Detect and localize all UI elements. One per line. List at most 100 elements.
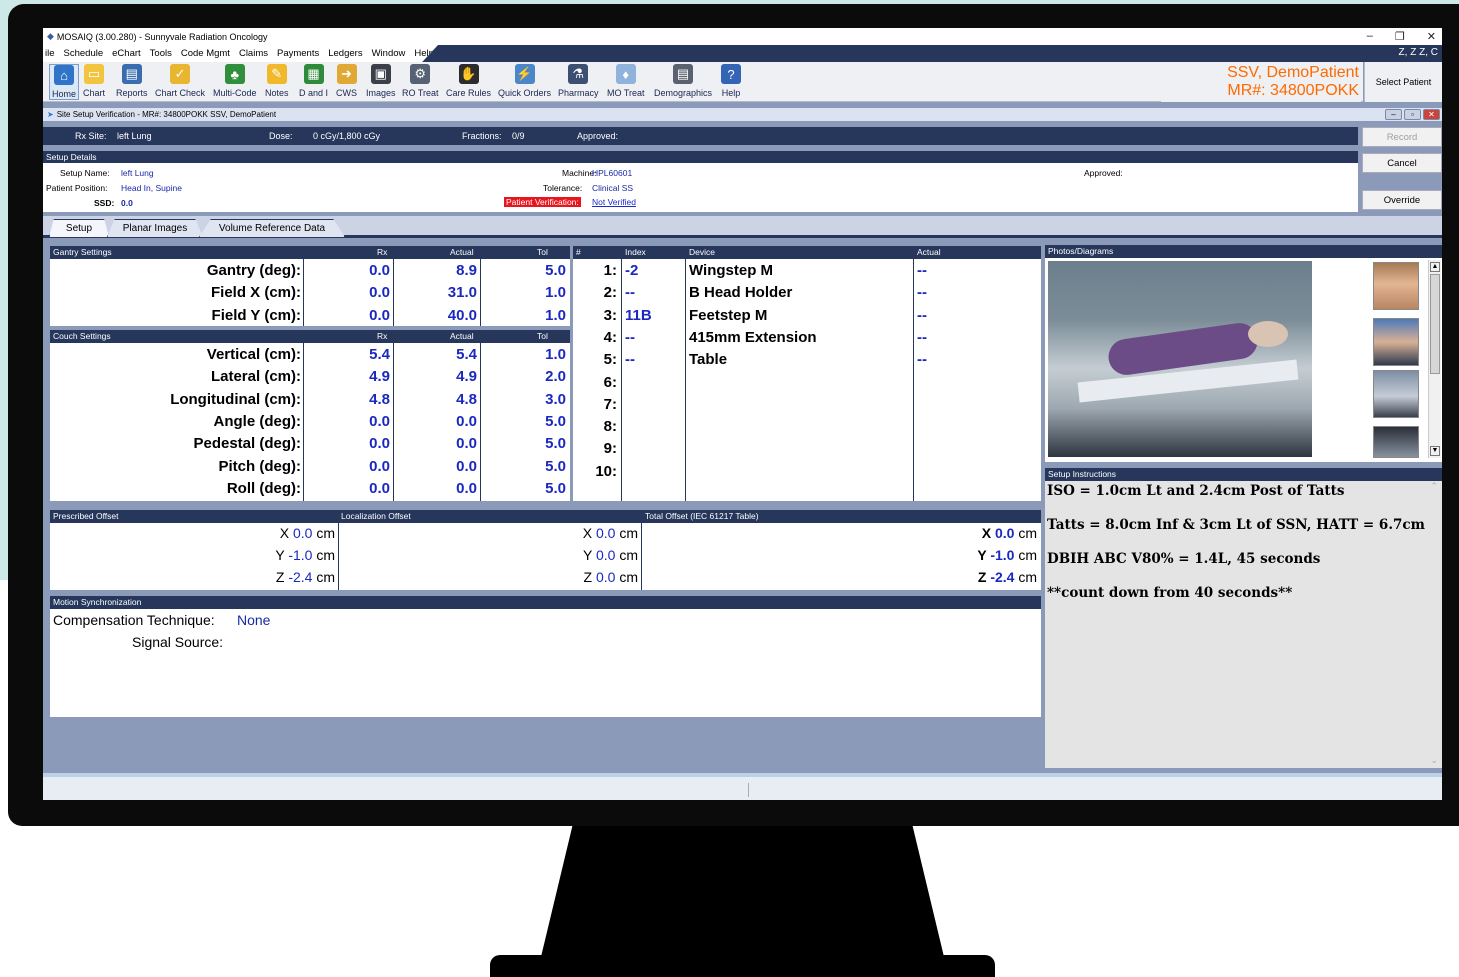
- toolbar-care-rules[interactable]: ✋ Care Rules: [446, 64, 491, 98]
- couch-row-rx: 4.9: [369, 368, 390, 386]
- total-unit: cm: [1014, 547, 1037, 563]
- tab-volume-reference-data[interactable]: Volume Reference Data: [199, 219, 345, 237]
- gantry-col-rx: Rx: [377, 247, 388, 257]
- compensation-label: Compensation Technique:: [53, 612, 215, 628]
- cancel-button[interactable]: Cancel: [1362, 153, 1442, 173]
- couch-row-label: Pedestal (deg):: [193, 435, 301, 453]
- device-row-num: 1:: [603, 262, 617, 279]
- device-row-num: 7:: [603, 395, 617, 413]
- patient-setup-photo[interactable]: [1048, 261, 1312, 457]
- total-axis: X: [981, 525, 995, 541]
- machine-value: HPL60601: [592, 168, 633, 178]
- menu-code-mgmt[interactable]: Code Mgmt: [181, 48, 230, 59]
- restore-icon[interactable]: ❐: [1395, 30, 1405, 43]
- couch-row-actual: 4.8: [456, 390, 477, 408]
- couch-row-actual: 0.0: [456, 479, 477, 497]
- device-row-actual: --: [917, 262, 927, 279]
- patient-verification-label: Patient Verification:: [504, 197, 581, 207]
- setup-details-header: Setup Details: [43, 151, 1358, 163]
- device-row-name: Wingstep M: [689, 262, 774, 279]
- menu-ledgers[interactable]: Ledgers: [328, 48, 362, 59]
- images-icon: ▣: [370, 64, 391, 84]
- menu-tools[interactable]: Tools: [150, 48, 172, 59]
- gantry-row-tol: 1.0: [545, 284, 566, 302]
- toolbar-d-and-i-label: D and I: [299, 88, 329, 98]
- toolbar-help[interactable]: ? Help: [721, 64, 741, 98]
- toolbar-home[interactable]: ⌂ Home: [49, 64, 80, 100]
- window-minimize-icon[interactable]: –: [1385, 109, 1402, 120]
- device-row-index: --: [625, 328, 635, 346]
- prescribed-value: -1.0: [288, 547, 313, 563]
- toolbar-mo-treat[interactable]: ♦ MO Treat: [607, 64, 645, 98]
- instructions-scroll-up-icon[interactable]: ⌃: [1430, 481, 1438, 492]
- setup-instructions-title: Setup Instructions: [1048, 469, 1117, 479]
- patient-mrn: MR#: 34800POKK: [1227, 82, 1359, 99]
- total-value: -2.4: [990, 569, 1015, 585]
- localization-axis: Y: [582, 547, 596, 563]
- toolbar-notes[interactable]: ✎ Notes: [265, 64, 289, 98]
- prescribed-value: 0.0: [292, 525, 313, 541]
- toolbar-demographics-label: Demographics: [654, 88, 713, 98]
- localization-axis: X: [582, 525, 596, 541]
- photo-thumbnail-2[interactable]: [1373, 318, 1419, 366]
- toolbar-demographics[interactable]: ▤ Demographics: [654, 64, 712, 98]
- record-button[interactable]: Record: [1362, 127, 1442, 147]
- toolbar-reports[interactable]: ▤ Reports: [116, 64, 148, 98]
- scroll-down-icon[interactable]: ▼: [1430, 446, 1440, 456]
- toolbar-quick-orders[interactable]: ⚡ Quick Orders: [498, 64, 551, 98]
- toolbar-multi-code[interactable]: ♣ Multi-Code: [213, 64, 257, 98]
- toolbar-pharmacy[interactable]: ⚗ Pharmacy: [558, 64, 599, 98]
- menu-window[interactable]: Window: [372, 48, 406, 59]
- override-button[interactable]: Override: [1362, 190, 1442, 210]
- tab-setup[interactable]: Setup: [49, 219, 109, 237]
- menu-echart[interactable]: eChart: [112, 48, 141, 59]
- toolbar-images[interactable]: ▣ Images: [366, 64, 396, 98]
- menu-file[interactable]: ile: [45, 48, 55, 59]
- close-icon[interactable]: ✕: [1427, 30, 1436, 43]
- minimize-icon[interactable]: –: [1367, 30, 1373, 43]
- toolbar-home-label: Home: [52, 89, 77, 99]
- toolbar-chart[interactable]: ▭ Chart: [83, 64, 105, 98]
- setup-instructions-text[interactable]: ISO = 1.0cm Lt and 2.4cm Post of Tatts T…: [1045, 481, 1442, 768]
- couch-row-tol: 5.0: [545, 479, 566, 497]
- menu-bar: ile Schedule eChart Tools Code Mgmt Clai…: [43, 45, 1442, 62]
- couch-row-tol: 5.0: [545, 412, 566, 430]
- select-patient-button[interactable]: Select Patient: [1364, 62, 1442, 102]
- notes-icon: ✎: [266, 64, 287, 84]
- user-label: Z, Z Z, C: [1398, 47, 1438, 58]
- folder-icon: ▭: [84, 64, 104, 84]
- menu-schedule[interactable]: Schedule: [64, 48, 104, 59]
- couch-row-actual: 0.0: [456, 435, 477, 453]
- menu-payments[interactable]: Payments: [277, 48, 319, 59]
- devices-col-device: Device: [689, 247, 715, 257]
- scroll-up-icon[interactable]: ▲: [1430, 262, 1440, 272]
- window-close-icon[interactable]: ✕: [1423, 109, 1440, 120]
- menu-claims[interactable]: Claims: [239, 48, 268, 59]
- toolbar-ro-treat-label: RO Treat: [402, 88, 439, 98]
- d-and-i-icon: ▦: [303, 64, 324, 84]
- toolbar-chart-check-label: Chart Check: [155, 88, 206, 98]
- photo-thumbnail-4[interactable]: [1373, 426, 1419, 458]
- menu-help[interactable]: Help: [414, 48, 434, 59]
- rx-summary-bar: Rx Site: left Lung Dose: 0 cGy/1,800 cGy…: [43, 127, 1358, 145]
- photo-thumbnail-3[interactable]: [1373, 370, 1419, 418]
- photo-thumbnail-1[interactable]: [1373, 262, 1419, 310]
- gantry-row-label: Field Y (cm):: [211, 306, 301, 324]
- rx-dose-label: Dose:: [269, 131, 293, 141]
- device-row-num: 3:: [603, 306, 617, 324]
- toolbar-ro-treat[interactable]: ⚙ RO Treat: [402, 64, 439, 98]
- toolbar-quick-orders-label: Quick Orders: [498, 88, 552, 98]
- window-restore-icon[interactable]: ▫: [1404, 109, 1421, 120]
- patient-verification-link[interactable]: Not Verified: [592, 197, 636, 207]
- instructions-scroll-down-icon[interactable]: ⌄: [1430, 755, 1438, 766]
- gantry-row-actual: 8.9: [456, 262, 477, 279]
- help-icon: ?: [721, 64, 741, 84]
- photos-scrollbar[interactable]: ▲ ▼: [1428, 260, 1441, 458]
- photos-scroll-thumb[interactable]: [1430, 274, 1440, 374]
- toolbar-d-and-i[interactable]: ▦ D and I: [299, 64, 328, 98]
- toolbar-cws[interactable]: ➜ CWS: [336, 64, 357, 98]
- tab-planar-images[interactable]: Planar Images: [107, 219, 203, 237]
- device-row-num: 10:: [595, 462, 617, 480]
- localization-unit: cm: [615, 547, 638, 563]
- toolbar-chart-check[interactable]: ✓ Chart Check: [155, 64, 205, 98]
